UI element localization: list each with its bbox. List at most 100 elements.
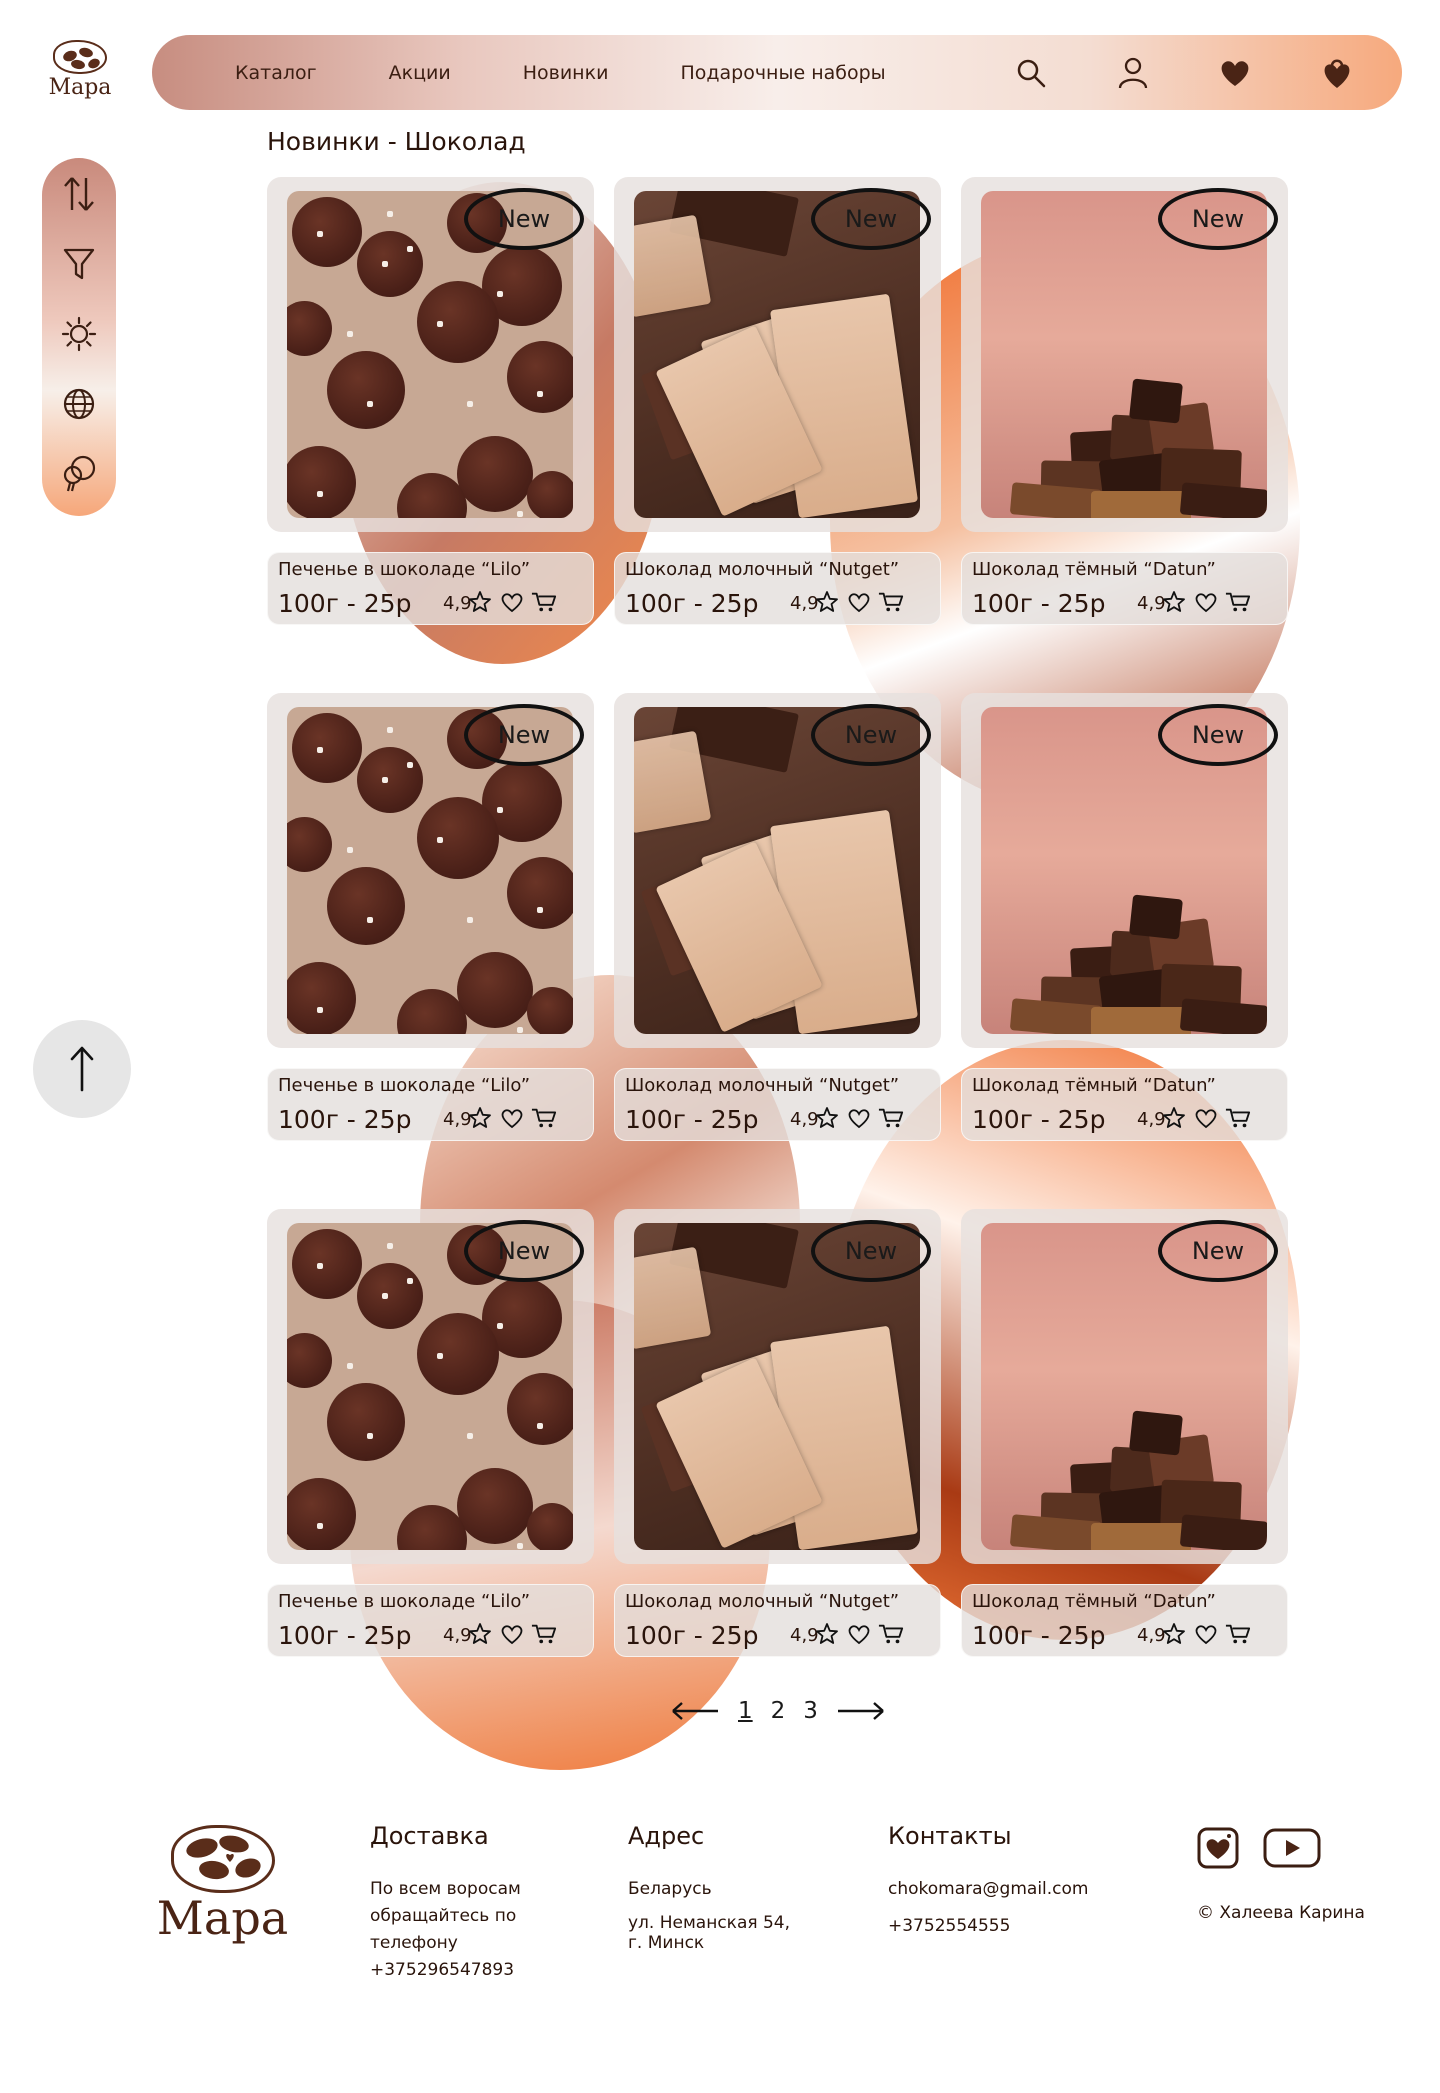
new-badge: New [811, 1220, 931, 1282]
product-price: 100г - 25р [278, 589, 412, 618]
product-name[interactable]: Печенье в шоколаде “Lilo” [278, 1075, 530, 1096]
product-name[interactable]: Шоколад молочный “Nutget” [625, 559, 899, 580]
product-card[interactable]: New Шоколад тёмный “Datun” 100г - 25р 4,… [961, 693, 1288, 1143]
new-badge: New [464, 704, 584, 766]
footer-delivery-title: Доставка [370, 1822, 489, 1850]
footer-address-street: ул. Неманская 54, [628, 1913, 791, 1933]
star-icon[interactable] [1161, 1105, 1187, 1131]
heart-icon[interactable] [1193, 589, 1219, 615]
page-link-2[interactable]: 2 [771, 1698, 786, 1724]
add-to-cart-icon[interactable] [1225, 589, 1251, 615]
new-badge: New [811, 704, 931, 766]
social-links [1195, 1825, 1323, 1871]
footer-logo[interactable]: Мара [150, 1825, 295, 1943]
filter-icon[interactable] [57, 242, 101, 286]
product-image-frame: New [614, 177, 941, 532]
product-price: 100г - 25р [972, 1621, 1106, 1650]
site-logo[interactable]: Мара [40, 40, 120, 110]
product-price: 100г - 25р [972, 1105, 1106, 1134]
add-to-cart-icon[interactable] [878, 589, 904, 615]
heart-icon[interactable] [499, 1621, 525, 1647]
product-card[interactable]: New Печенье в шоколаде “Lilo” 100г - 25р… [267, 177, 594, 627]
star-icon[interactable] [814, 1105, 840, 1131]
product-info: Шоколад молочный “Nutget” 100г - 25р 4,9 [614, 552, 941, 625]
product-image-frame: New [267, 177, 594, 532]
scroll-to-top-button[interactable] [33, 1020, 131, 1118]
logo-text: Мара [48, 75, 112, 100]
page-link-3[interactable]: 3 [803, 1698, 818, 1724]
new-badge: New [811, 188, 931, 250]
product-info: Печенье в шоколаде “Lilo” 100г - 25р 4,9 [267, 552, 594, 625]
product-card[interactable]: New Шоколад тёмный “Datun” 100г - 25р 4,… [961, 1209, 1288, 1659]
cart-bag-icon[interactable] [1320, 56, 1354, 90]
product-image-frame: New [267, 693, 594, 1048]
add-to-cart-icon[interactable] [531, 1105, 557, 1131]
product-name[interactable]: Шоколад тёмный “Datun” [972, 1075, 1216, 1096]
youtube-icon[interactable] [1261, 1825, 1323, 1871]
product-price: 100г - 25р [625, 589, 759, 618]
product-card[interactable]: New Печенье в шоколаде “Lilo” 100г - 25р… [267, 693, 594, 1143]
heart-icon[interactable] [846, 1105, 872, 1131]
logo-text: Мара [156, 1891, 289, 1945]
product-image-frame: New [614, 1209, 941, 1564]
product-card[interactable]: New Шоколад молочный “Nutget” 100г - 25р… [614, 177, 941, 627]
footer-delivery-phone[interactable]: +375296547893 [370, 1957, 521, 1984]
footer-phone-link[interactable]: +3752554555 [888, 1913, 1088, 1940]
product-name[interactable]: Печенье в шоколаде “Lilo” [278, 1591, 530, 1612]
left-toolbar [42, 158, 116, 516]
next-page-arrow-icon[interactable] [836, 1699, 886, 1723]
nav-item-gift-sets[interactable]: Подарочные наборы [680, 62, 885, 84]
copyright: © Халеева Карина [1197, 1903, 1365, 1923]
product-price: 100г - 25р [625, 1621, 759, 1650]
language-globe-icon[interactable] [57, 382, 101, 426]
heart-icon[interactable] [846, 589, 872, 615]
star-icon[interactable] [814, 589, 840, 615]
star-icon[interactable] [1161, 1621, 1187, 1647]
product-info: Шоколад молочный “Nutget” 100г - 25р 4,9 [614, 1068, 941, 1141]
logo-icon [170, 1825, 275, 1893]
nav-item-new[interactable]: Новинки [523, 62, 609, 84]
footer-delivery-line: По всем воросам [370, 1879, 521, 1899]
star-icon[interactable] [467, 589, 493, 615]
prev-page-arrow-icon[interactable] [670, 1699, 720, 1723]
heart-icon[interactable] [846, 1621, 872, 1647]
product-name[interactable]: Шоколад тёмный “Datun” [972, 559, 1216, 580]
favorites-heart-icon[interactable] [1218, 56, 1252, 90]
star-icon[interactable] [1161, 589, 1187, 615]
product-name[interactable]: Шоколад тёмный “Datun” [972, 1591, 1216, 1612]
star-icon[interactable] [467, 1621, 493, 1647]
nav-item-promotions[interactable]: Акции [389, 62, 451, 84]
page-link-1[interactable]: 1 [738, 1698, 753, 1724]
heart-icon[interactable] [1193, 1105, 1219, 1131]
ideas-bulb-icon[interactable] [57, 452, 101, 496]
footer-email-link[interactable]: chokomara@gmail.com [888, 1876, 1088, 1903]
user-icon[interactable] [1116, 56, 1150, 90]
footer-delivery: Доставка По всем воросам обращайтесь по … [370, 1822, 521, 1984]
add-to-cart-icon[interactable] [531, 1621, 557, 1647]
instagram-icon[interactable] [1195, 1825, 1241, 1871]
heart-icon[interactable] [1193, 1621, 1219, 1647]
search-icon[interactable] [1014, 56, 1048, 90]
theme-sun-icon[interactable] [57, 312, 101, 356]
product-name[interactable]: Шоколад молочный “Nutget” [625, 1075, 899, 1096]
product-card[interactable]: New Шоколад тёмный “Datun” 100г - 25р 4,… [961, 177, 1288, 627]
add-to-cart-icon[interactable] [878, 1105, 904, 1131]
add-to-cart-icon[interactable] [531, 589, 557, 615]
heart-icon[interactable] [499, 1105, 525, 1131]
add-to-cart-icon[interactable] [878, 1621, 904, 1647]
add-to-cart-icon[interactable] [1225, 1621, 1251, 1647]
heart-icon[interactable] [499, 589, 525, 615]
product-card[interactable]: New Шоколад молочный “Nutget” 100г - 25р… [614, 1209, 941, 1659]
sort-icon[interactable] [57, 172, 101, 216]
product-image-frame: New [267, 1209, 594, 1564]
product-name[interactable]: Печенье в шоколаде “Lilo” [278, 559, 530, 580]
nav-item-catalog[interactable]: Каталог [235, 62, 317, 84]
product-card[interactable]: New Печенье в шоколаде “Lilo” 100г - 25р… [267, 1209, 594, 1659]
product-info: Печенье в шоколаде “Lilo” 100г - 25р 4,9 [267, 1068, 594, 1141]
product-card[interactable]: New Шоколад молочный “Nutget” 100г - 25р… [614, 693, 941, 1143]
add-to-cart-icon[interactable] [1225, 1105, 1251, 1131]
star-icon[interactable] [467, 1105, 493, 1131]
product-price: 100г - 25р [278, 1105, 412, 1134]
star-icon[interactable] [814, 1621, 840, 1647]
product-name[interactable]: Шоколад молочный “Nutget” [625, 1591, 899, 1612]
